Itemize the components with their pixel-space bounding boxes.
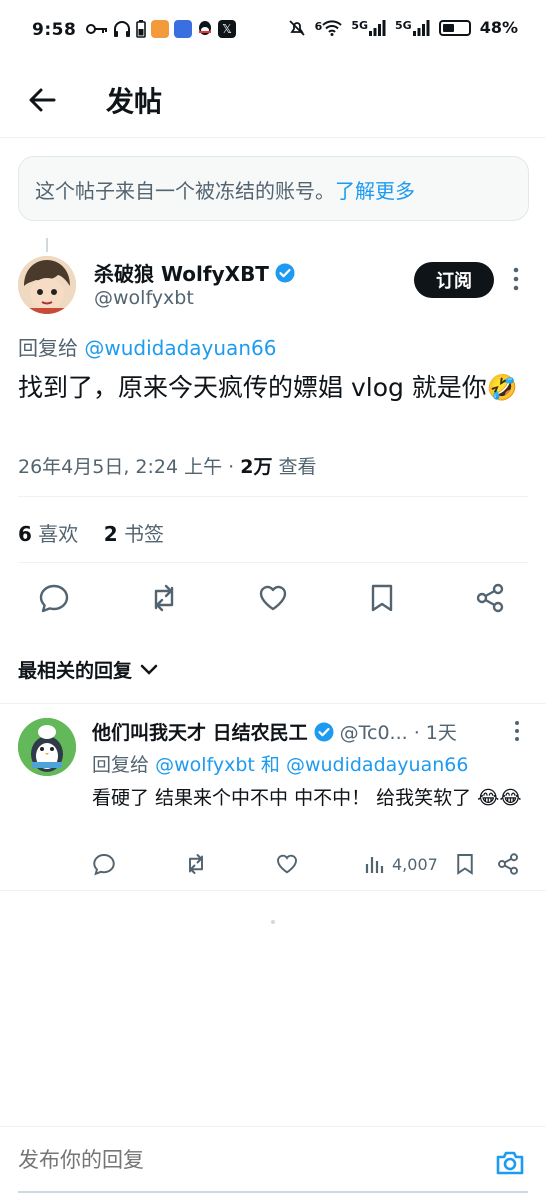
reply-mention-1[interactable]: @wolfyxbt	[155, 754, 255, 776]
more-options-icon[interactable]	[510, 266, 522, 292]
verified-badge-icon	[275, 263, 295, 282]
page-title: 发帖	[106, 85, 163, 118]
post-stats: 6 喜欢 2 书签	[18, 518, 164, 547]
post-meta: 26年4月5日, 2:24 上午 · 2万 查看	[18, 452, 317, 479]
views-count: 2万	[240, 456, 273, 478]
headphones-icon	[114, 21, 130, 37]
mute-icon	[289, 19, 305, 36]
divider	[0, 890, 546, 891]
app-orange-icon	[151, 20, 169, 38]
status-right-icons: 6 5G 5G 48%	[288, 18, 518, 37]
wifi-icon	[322, 19, 343, 36]
status-time: 9:58	[32, 20, 77, 40]
like-icon[interactable]	[257, 582, 289, 614]
avatar[interactable]	[18, 256, 76, 314]
reply-input[interactable]	[18, 1149, 438, 1173]
header: 发帖	[0, 64, 546, 138]
network-label-1: 6	[314, 19, 323, 33]
share-icon[interactable]	[474, 582, 506, 614]
reply-reply-button[interactable]	[92, 852, 116, 876]
reply-icon	[93, 854, 115, 876]
reply-icon[interactable]	[38, 582, 70, 614]
reply-to-line: 回复给 @wudidadayuan66	[18, 332, 276, 361]
frozen-account-notice: 这个帖子来自一个被冻结的账号。了解更多	[18, 156, 529, 221]
post-timestamp[interactable]: 26年4月5日, 2:24 上午 ·	[18, 456, 240, 478]
reply-views-count: 4,007	[392, 854, 438, 874]
divider	[18, 496, 528, 497]
views-label: 查看	[272, 456, 317, 478]
compose-bar	[0, 1126, 546, 1200]
reply-bookmark-button[interactable]	[453, 852, 477, 876]
key-icon	[86, 24, 107, 34]
learn-more-link[interactable]: 了解更多	[335, 179, 415, 203]
reply-author-name: 他们叫我天才 日结农民工	[92, 722, 308, 744]
status-bar: 9:58 𝕏 6 5G 5G 48%	[0, 0, 546, 64]
reply-text: 看硬了 结果来个中不中 中不中！ 给我笑软了 😂😂	[92, 787, 522, 809]
views-chart-icon	[365, 857, 384, 873]
bookmark-icon[interactable]	[366, 582, 398, 614]
reply-mention-2[interactable]: @wudidadayuan66	[286, 754, 468, 776]
thread-connector	[46, 238, 48, 252]
chevron-down-icon	[140, 664, 158, 675]
retweet-icon	[189, 854, 203, 874]
reply-prefix: 回复给	[92, 754, 150, 776]
like-icon	[277, 854, 297, 874]
divider	[18, 562, 528, 563]
share-icon	[498, 853, 518, 875]
reply-avatar[interactable]	[18, 718, 76, 776]
network-label-3: 5G	[395, 18, 412, 32]
likes-count: 6	[18, 522, 32, 546]
qq-icon	[199, 21, 211, 35]
bookmarks-label[interactable]: 书签	[124, 522, 164, 546]
retweet-icon[interactable]	[148, 582, 180, 614]
reply-and: 和	[254, 754, 286, 776]
back-arrow-icon[interactable]	[26, 84, 58, 116]
reply-like-button[interactable]	[275, 852, 299, 876]
battery-percent: 48%	[479, 18, 518, 37]
reply-author[interactable]: 他们叫我天才 日结农民工 @Tc0... · 1天	[92, 718, 457, 745]
reply-to-prefix: 回复给	[18, 336, 78, 360]
likes-label[interactable]: 喜欢	[38, 522, 78, 546]
reply-share-button[interactable]	[496, 852, 520, 876]
sort-label: 最相关的回复	[18, 660, 133, 682]
battery-small-icon	[136, 20, 146, 38]
author-name-text: 杀破狼 WolfyXBT	[94, 262, 269, 286]
notice-text: 这个帖子来自一个被冻结的账号。	[35, 179, 335, 203]
bookmarks-count: 2	[103, 522, 118, 546]
compose-underline	[18, 1191, 528, 1193]
bookmark-icon	[457, 854, 473, 875]
status-left-icons: 𝕏	[86, 20, 236, 38]
sort-replies-dropdown[interactable]: 最相关的回复	[18, 656, 158, 683]
x-icon: 𝕏	[218, 20, 236, 38]
camera-icon[interactable]	[494, 1147, 526, 1179]
subscribe-button[interactable]: 订阅	[414, 262, 494, 298]
author-handle[interactable]: @wolfyxbt	[94, 287, 194, 309]
battery-icon	[438, 19, 471, 36]
signal-icon	[369, 19, 386, 36]
more-options-icon[interactable]	[512, 720, 522, 742]
reply-retweet-button[interactable]	[184, 852, 208, 876]
reply-to-mention[interactable]: @wudidadayuan66	[84, 336, 276, 360]
app-blue-icon	[174, 20, 192, 38]
reply-views-button[interactable]: 4,007	[364, 852, 438, 876]
network-label-2: 5G	[351, 18, 369, 32]
divider	[0, 703, 546, 704]
reply-reply-to-line: 回复给 @wolfyxbt 和 @wudidadayuan66	[92, 750, 468, 777]
post-text: 找到了，原来今天疯传的嫖娼 vlog 就是你🤣	[18, 373, 518, 402]
loading-dot	[271, 920, 275, 924]
signal-icon	[412, 19, 430, 36]
author-name[interactable]: 杀破狼 WolfyXBT	[94, 258, 295, 287]
reply-handle-time: @Tc0... · 1天	[339, 722, 457, 744]
verified-badge-icon	[314, 722, 334, 741]
